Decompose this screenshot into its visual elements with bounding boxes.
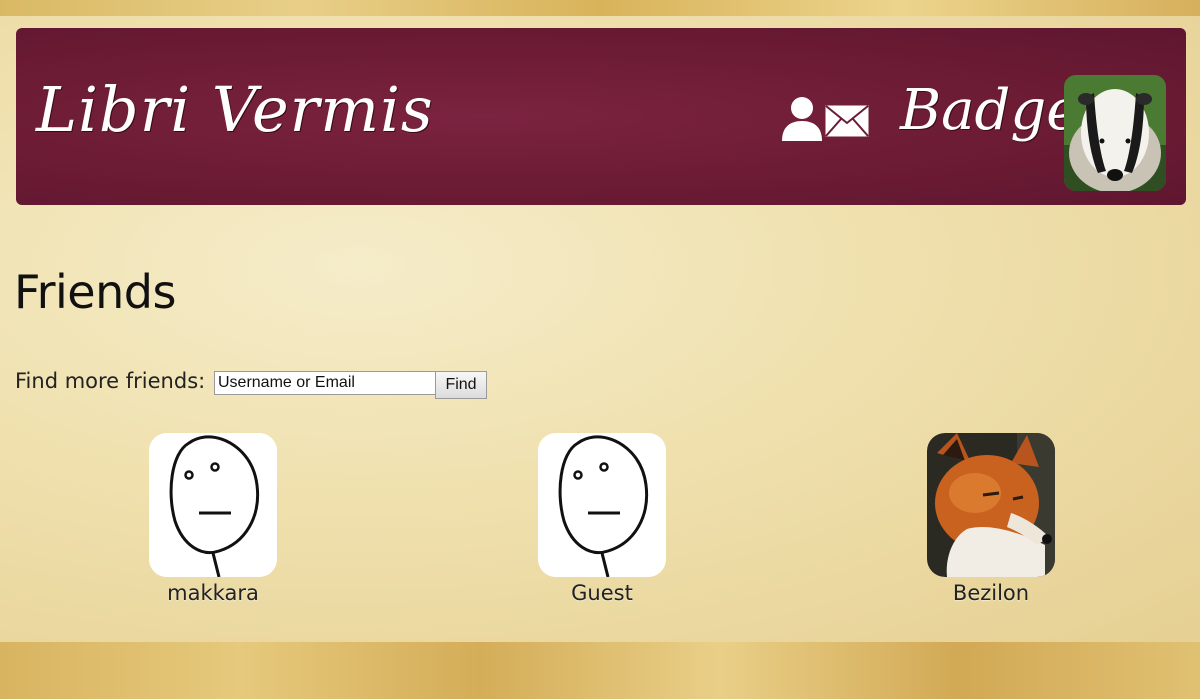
background-top bbox=[0, 0, 1200, 16]
friend-name[interactable]: Bezilon bbox=[927, 581, 1055, 605]
header-icons bbox=[781, 95, 871, 141]
friend-avatar[interactable] bbox=[927, 433, 1055, 577]
badger-avatar-image bbox=[1064, 75, 1166, 191]
page-title: Friends bbox=[14, 265, 176, 319]
site-title[interactable]: Libri Vermis bbox=[36, 73, 434, 146]
find-friends-label: Find more friends: bbox=[15, 369, 206, 393]
fox-avatar-image bbox=[927, 433, 1055, 577]
friend-avatar[interactable] bbox=[538, 433, 666, 577]
site-header: Libri Vermis Badger bbox=[16, 28, 1186, 205]
friend-card[interactable]: makkara bbox=[149, 433, 277, 605]
poker-face-avatar-image bbox=[538, 433, 666, 577]
friend-card[interactable]: Guest bbox=[538, 433, 666, 605]
background-bottom bbox=[0, 642, 1200, 699]
find-button[interactable]: Find bbox=[435, 371, 487, 399]
friend-name[interactable]: Guest bbox=[538, 581, 666, 605]
friend-card[interactable]: Bezilon bbox=[927, 433, 1055, 605]
profile-icon[interactable] bbox=[781, 95, 823, 141]
mail-icon[interactable] bbox=[825, 105, 869, 137]
friend-avatar[interactable] bbox=[149, 433, 277, 577]
find-friends-input[interactable] bbox=[214, 371, 436, 395]
user-avatar[interactable] bbox=[1064, 75, 1166, 191]
poker-face-avatar-image bbox=[149, 433, 277, 577]
friend-name[interactable]: makkara bbox=[149, 581, 277, 605]
